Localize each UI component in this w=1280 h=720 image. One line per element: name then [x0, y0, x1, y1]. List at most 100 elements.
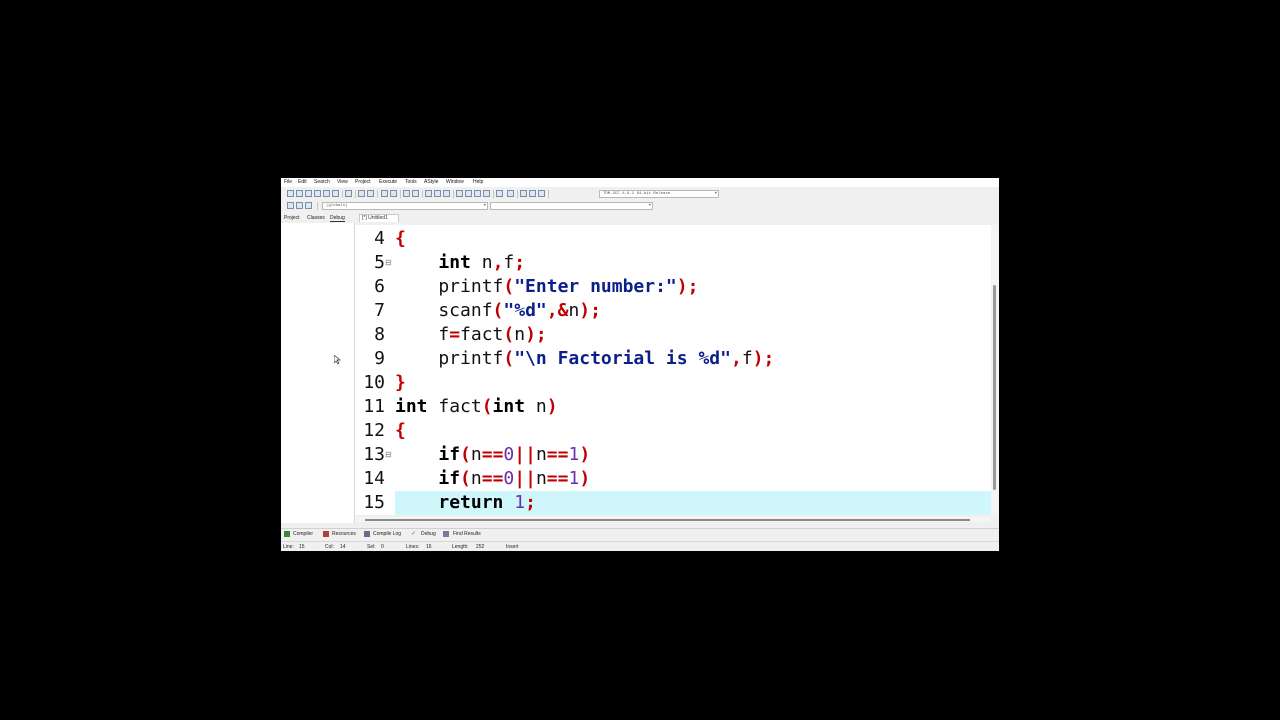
open-file-icon[interactable]	[296, 190, 303, 197]
scrollbar-thumb[interactable]	[365, 519, 970, 521]
code-line[interactable]: int fact(int n)	[395, 395, 558, 419]
code-line[interactable]: scanf("%d",&n);	[395, 299, 601, 323]
tab-classes[interactable]: Classes	[307, 215, 325, 221]
menu-edit[interactable]: Edit	[298, 179, 307, 185]
profile-icon[interactable]	[538, 190, 545, 197]
bookmark-icon[interactable]	[443, 190, 450, 197]
secondary-toolbar: (globals) ▼ ▼	[281, 200, 999, 212]
toolbar-separator	[400, 190, 401, 198]
tab-resources[interactable]: Resources	[332, 531, 356, 537]
scrollbar-thumb[interactable]	[993, 285, 996, 490]
goto-icon[interactable]	[305, 202, 312, 209]
code-token: 0	[503, 444, 515, 465]
line-number: 11	[363, 396, 385, 417]
code-token: fact	[460, 324, 504, 345]
check-icon[interactable]	[496, 190, 503, 197]
tab-find-results[interactable]: Find Results	[453, 531, 481, 537]
left-panel	[281, 223, 355, 523]
code-line[interactable]: return 1;	[395, 491, 536, 515]
layout-icon[interactable]	[465, 190, 472, 197]
redo-icon[interactable]	[367, 190, 374, 197]
layout-icon[interactable]	[474, 190, 481, 197]
code-line[interactable]: if(n==0||n==1)	[395, 467, 590, 491]
back-icon[interactable]	[425, 190, 432, 197]
code-token: n	[514, 324, 526, 345]
insert-icon[interactable]	[287, 202, 294, 209]
code-line[interactable]: printf("\n Factorial is %d",f);	[395, 347, 774, 371]
close-icon[interactable]	[323, 190, 330, 197]
code-line[interactable]: f=fact(n);	[395, 323, 547, 347]
menu-project[interactable]: Project	[355, 179, 371, 185]
dev-cpp-window: File Edit Search View Project Execute To…	[281, 178, 999, 551]
code-token: ,&	[546, 300, 569, 321]
unindent-icon[interactable]	[412, 190, 419, 197]
menu-view[interactable]: View	[337, 179, 348, 185]
new-file-icon[interactable]	[287, 190, 294, 197]
undo-icon[interactable]	[358, 190, 365, 197]
code-token: "\n Factorial is %d"	[514, 348, 731, 369]
code-line[interactable]: {	[395, 227, 406, 251]
tab-compiler[interactable]: Compiler	[293, 531, 313, 537]
line-number: 14	[363, 468, 385, 489]
code-token: )	[579, 444, 591, 465]
code-token: n	[535, 444, 547, 465]
code-line[interactable]: {	[395, 419, 406, 443]
menu-execute[interactable]: Execute	[379, 179, 397, 185]
globals-select[interactable]: (globals) ▼	[322, 202, 488, 210]
code-line[interactable]: if(n==0||n==1)	[395, 443, 590, 467]
editor-tabs: [*] Untitled1	[359, 214, 999, 222]
close-all-icon[interactable]	[332, 190, 339, 197]
toolbar-separator	[493, 190, 494, 198]
save-icon[interactable]	[305, 190, 312, 197]
toggle-icon[interactable]	[296, 202, 303, 209]
fold-toggle-icon[interactable]: ⊟	[385, 254, 392, 272]
menu-help[interactable]: Help	[473, 179, 483, 185]
replace-icon[interactable]	[390, 190, 397, 197]
menu-search[interactable]: Search	[314, 179, 330, 185]
find-icon[interactable]	[381, 190, 388, 197]
code-token: ==	[481, 444, 504, 465]
stop-icon[interactable]	[507, 190, 514, 197]
vertical-scrollbar[interactable]	[991, 225, 999, 515]
tab-untitled1[interactable]: [*] Untitled1	[359, 214, 399, 222]
code-token: f	[503, 252, 515, 273]
toolbar-separator	[453, 190, 454, 198]
code-line[interactable]: printf("Enter number:");	[395, 275, 698, 299]
debug-icon[interactable]	[529, 190, 536, 197]
forward-icon[interactable]	[434, 190, 441, 197]
menu-tools[interactable]: Tools	[405, 179, 417, 185]
tab-project[interactable]: Project	[284, 215, 300, 221]
tab-compile-log[interactable]: Compile Log	[373, 531, 401, 537]
compiler-select[interactable]: TDM-GCC 4.9.2 64-bit Release ▼	[599, 190, 719, 198]
layout-icon[interactable]	[483, 190, 490, 197]
code-token: n	[525, 396, 547, 417]
line-number: 10	[363, 372, 385, 393]
tab-debug-bottom[interactable]: Debug	[421, 531, 436, 537]
line-number: 12	[363, 420, 385, 441]
code-token: ||	[514, 468, 536, 489]
status-line-label: Line:	[283, 544, 294, 550]
layout-icon[interactable]	[456, 190, 463, 197]
print-icon[interactable]	[345, 190, 352, 197]
compiler-select-value: TDM-GCC 4.9.2 64-bit Release	[603, 192, 671, 196]
code-token: n	[470, 252, 493, 273]
function-select[interactable]: ▼	[490, 202, 653, 210]
save-all-icon[interactable]	[314, 190, 321, 197]
code-editor[interactable]: 4{5 ⊟ int n,f; 6 printf("Enter number:"); 7…	[355, 225, 991, 515]
code-token: ,	[492, 252, 504, 273]
code-token: );	[525, 324, 547, 345]
code-token: int	[492, 396, 526, 417]
horizontal-scrollbar[interactable]	[355, 517, 991, 522]
menu-file[interactable]: File	[284, 179, 292, 185]
code-token: (	[492, 300, 504, 321]
code-line[interactable]: }	[395, 371, 406, 395]
indent-icon[interactable]	[403, 190, 410, 197]
fold-toggle-icon[interactable]: ⊟	[385, 446, 392, 464]
menu-window[interactable]: Window	[446, 179, 464, 185]
chart-icon[interactable]	[520, 190, 527, 197]
code-line[interactable]: int n,f;	[395, 251, 525, 275]
tab-debug[interactable]: Debug	[330, 215, 345, 222]
menu-astyle[interactable]: AStyle	[424, 179, 438, 185]
